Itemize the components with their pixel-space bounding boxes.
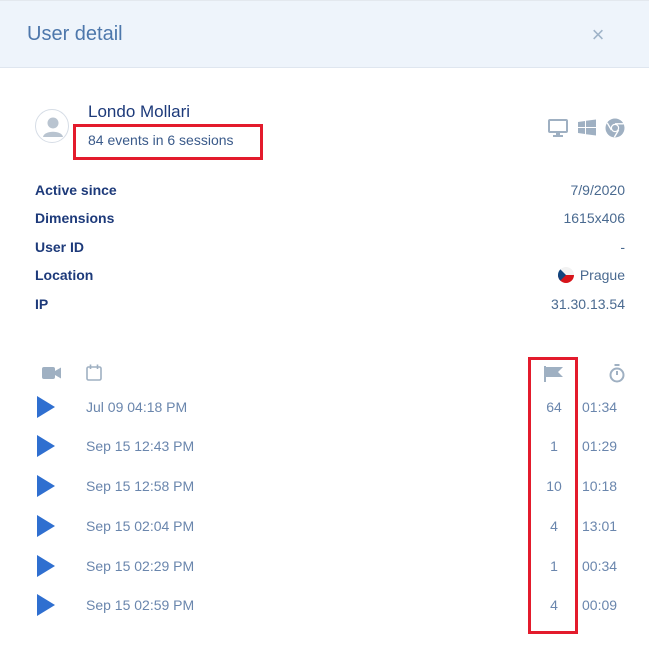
session-date: Jul 09 04:18 PM xyxy=(86,399,188,415)
calendar-icon xyxy=(86,364,102,386)
info-value-ip: 31.30.13.54 xyxy=(551,296,625,312)
video-icon xyxy=(42,366,62,385)
play-icon[interactable] xyxy=(37,594,55,616)
info-value-location: Prague xyxy=(557,267,625,283)
session-date: Sep 15 02:29 PM xyxy=(86,558,195,574)
session-date: Sep 15 12:43 PM xyxy=(86,438,195,454)
info-value-dimensions: 1615x406 xyxy=(563,210,625,226)
play-icon[interactable] xyxy=(37,396,55,418)
session-duration: 01:34 xyxy=(582,399,618,415)
session-date: Sep 15 12:58 PM xyxy=(86,478,195,494)
session-duration: 00:09 xyxy=(582,597,618,613)
dialog-title: User detail xyxy=(27,23,123,45)
dialog-header: User detail × xyxy=(0,0,649,68)
session-date: Sep 15 02:59 PM xyxy=(86,597,195,613)
session-date: Sep 15 02:04 PM xyxy=(86,518,195,534)
desktop-icon xyxy=(547,117,569,139)
location-city: Prague xyxy=(579,267,625,283)
session-duration: 01:29 xyxy=(582,438,618,454)
info-label-dimensions: Dimensions xyxy=(35,210,115,226)
events-column-highlight xyxy=(528,357,578,634)
user-name: Londo Mollari xyxy=(88,102,191,121)
close-icon[interactable]: × xyxy=(588,23,608,47)
play-icon[interactable] xyxy=(37,475,55,497)
czech-flag-icon xyxy=(557,267,574,283)
session-duration: 13:01 xyxy=(582,518,618,534)
windows-icon xyxy=(576,117,598,139)
user-avatar-icon xyxy=(35,109,69,143)
info-value-active-since: 7/9/2020 xyxy=(570,182,626,198)
play-icon[interactable] xyxy=(37,435,55,457)
summary-highlight xyxy=(73,124,263,160)
info-label-active-since: Active since xyxy=(35,182,117,198)
info-label-user-id: User ID xyxy=(35,239,85,255)
chrome-icon xyxy=(604,117,626,139)
info-label-location: Location xyxy=(35,267,94,283)
stopwatch-icon xyxy=(608,364,626,388)
info-value-user-id: - xyxy=(620,239,625,255)
session-duration: 00:34 xyxy=(582,558,618,574)
session-duration: 10:18 xyxy=(582,478,618,494)
play-icon[interactable] xyxy=(37,515,55,537)
play-icon[interactable] xyxy=(37,555,55,577)
info-label-ip: IP xyxy=(35,296,49,312)
